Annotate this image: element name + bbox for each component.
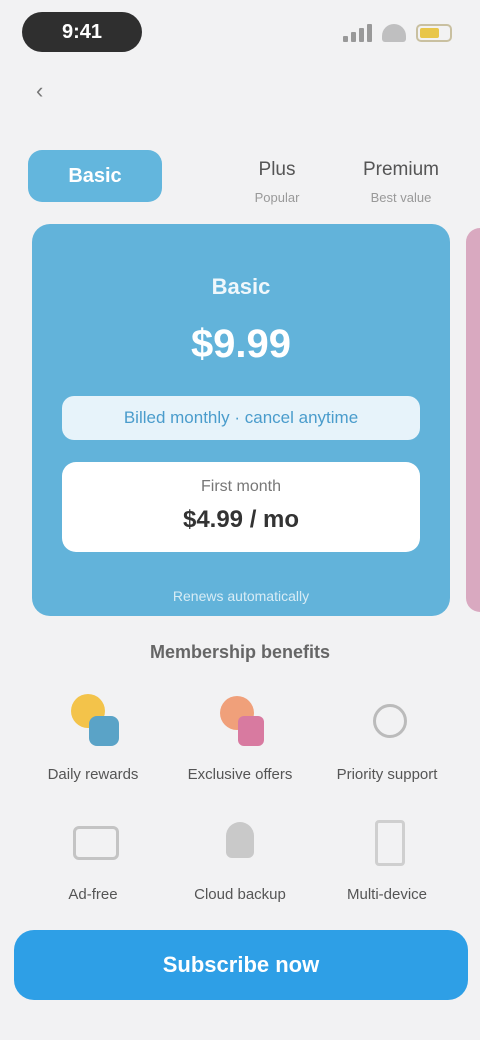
benefit-label: Exclusive offers: [187, 766, 293, 783]
status-bar: 9:41: [0, 0, 480, 70]
benefit-item: Cloud backup: [167, 810, 313, 903]
signal-icon: [343, 24, 372, 42]
billing-info: Billed monthly · cancel anytime: [62, 396, 420, 440]
benefit-item: Priority support: [314, 690, 460, 783]
benefits-title: Membership benefits: [149, 642, 331, 662]
offer-label: First month: [200, 478, 281, 495]
cloud-icon: [210, 810, 270, 870]
benefit-label: Multi-device: [346, 886, 428, 903]
benefit-label: Daily rewards: [47, 766, 139, 783]
back-arrow-icon[interactable]: ‹: [36, 78, 43, 104]
offer-value: $4.99 / mo: [182, 506, 300, 533]
plan-card[interactable]: Basic $9.99 Billed monthly · cancel anyt…: [32, 224, 450, 616]
benefit-item: Daily rewards: [20, 690, 166, 783]
benefit-item: Exclusive offers: [167, 690, 313, 783]
benefit-label: Ad-free: [68, 886, 118, 903]
system-icons: [343, 22, 452, 44]
tab-basic[interactable]: Basic: [28, 150, 162, 202]
status-time: 9:41: [22, 12, 142, 52]
plan-name: Basic: [211, 274, 271, 299]
sun-icon: [63, 690, 123, 750]
tab-premium[interactable]: Premium: [340, 150, 462, 190]
subscribe-button[interactable]: Subscribe now: [14, 930, 468, 1000]
wifi-icon: [382, 24, 406, 42]
benefit-item: Ad-free: [20, 810, 166, 903]
benefit-label: Cloud backup: [194, 886, 286, 903]
offer-box: First month $4.99 / mo: [62, 462, 420, 552]
device-icon: [357, 810, 417, 870]
plan-price: $9.99: [190, 322, 292, 366]
headset-icon: [357, 690, 417, 750]
tab-plus[interactable]: Plus: [232, 150, 322, 190]
card-footer: Renews automatically: [172, 588, 310, 604]
subscription-screen: 9:41 ‹ Basic Plus Popular Premium Best v…: [0, 0, 480, 1040]
tab-plus-sub: Popular: [254, 190, 300, 205]
benefit-label: Priority support: [336, 766, 438, 783]
screen-icon: [63, 810, 123, 870]
battery-icon: [416, 24, 452, 42]
benefit-item: Multi-device: [314, 810, 460, 903]
tab-premium-sub: Best value: [370, 190, 432, 205]
next-plan-card-peek[interactable]: [466, 228, 480, 612]
plan-tabs: Basic Plus Popular Premium Best value: [0, 140, 480, 205]
gift-icon: [210, 690, 270, 750]
